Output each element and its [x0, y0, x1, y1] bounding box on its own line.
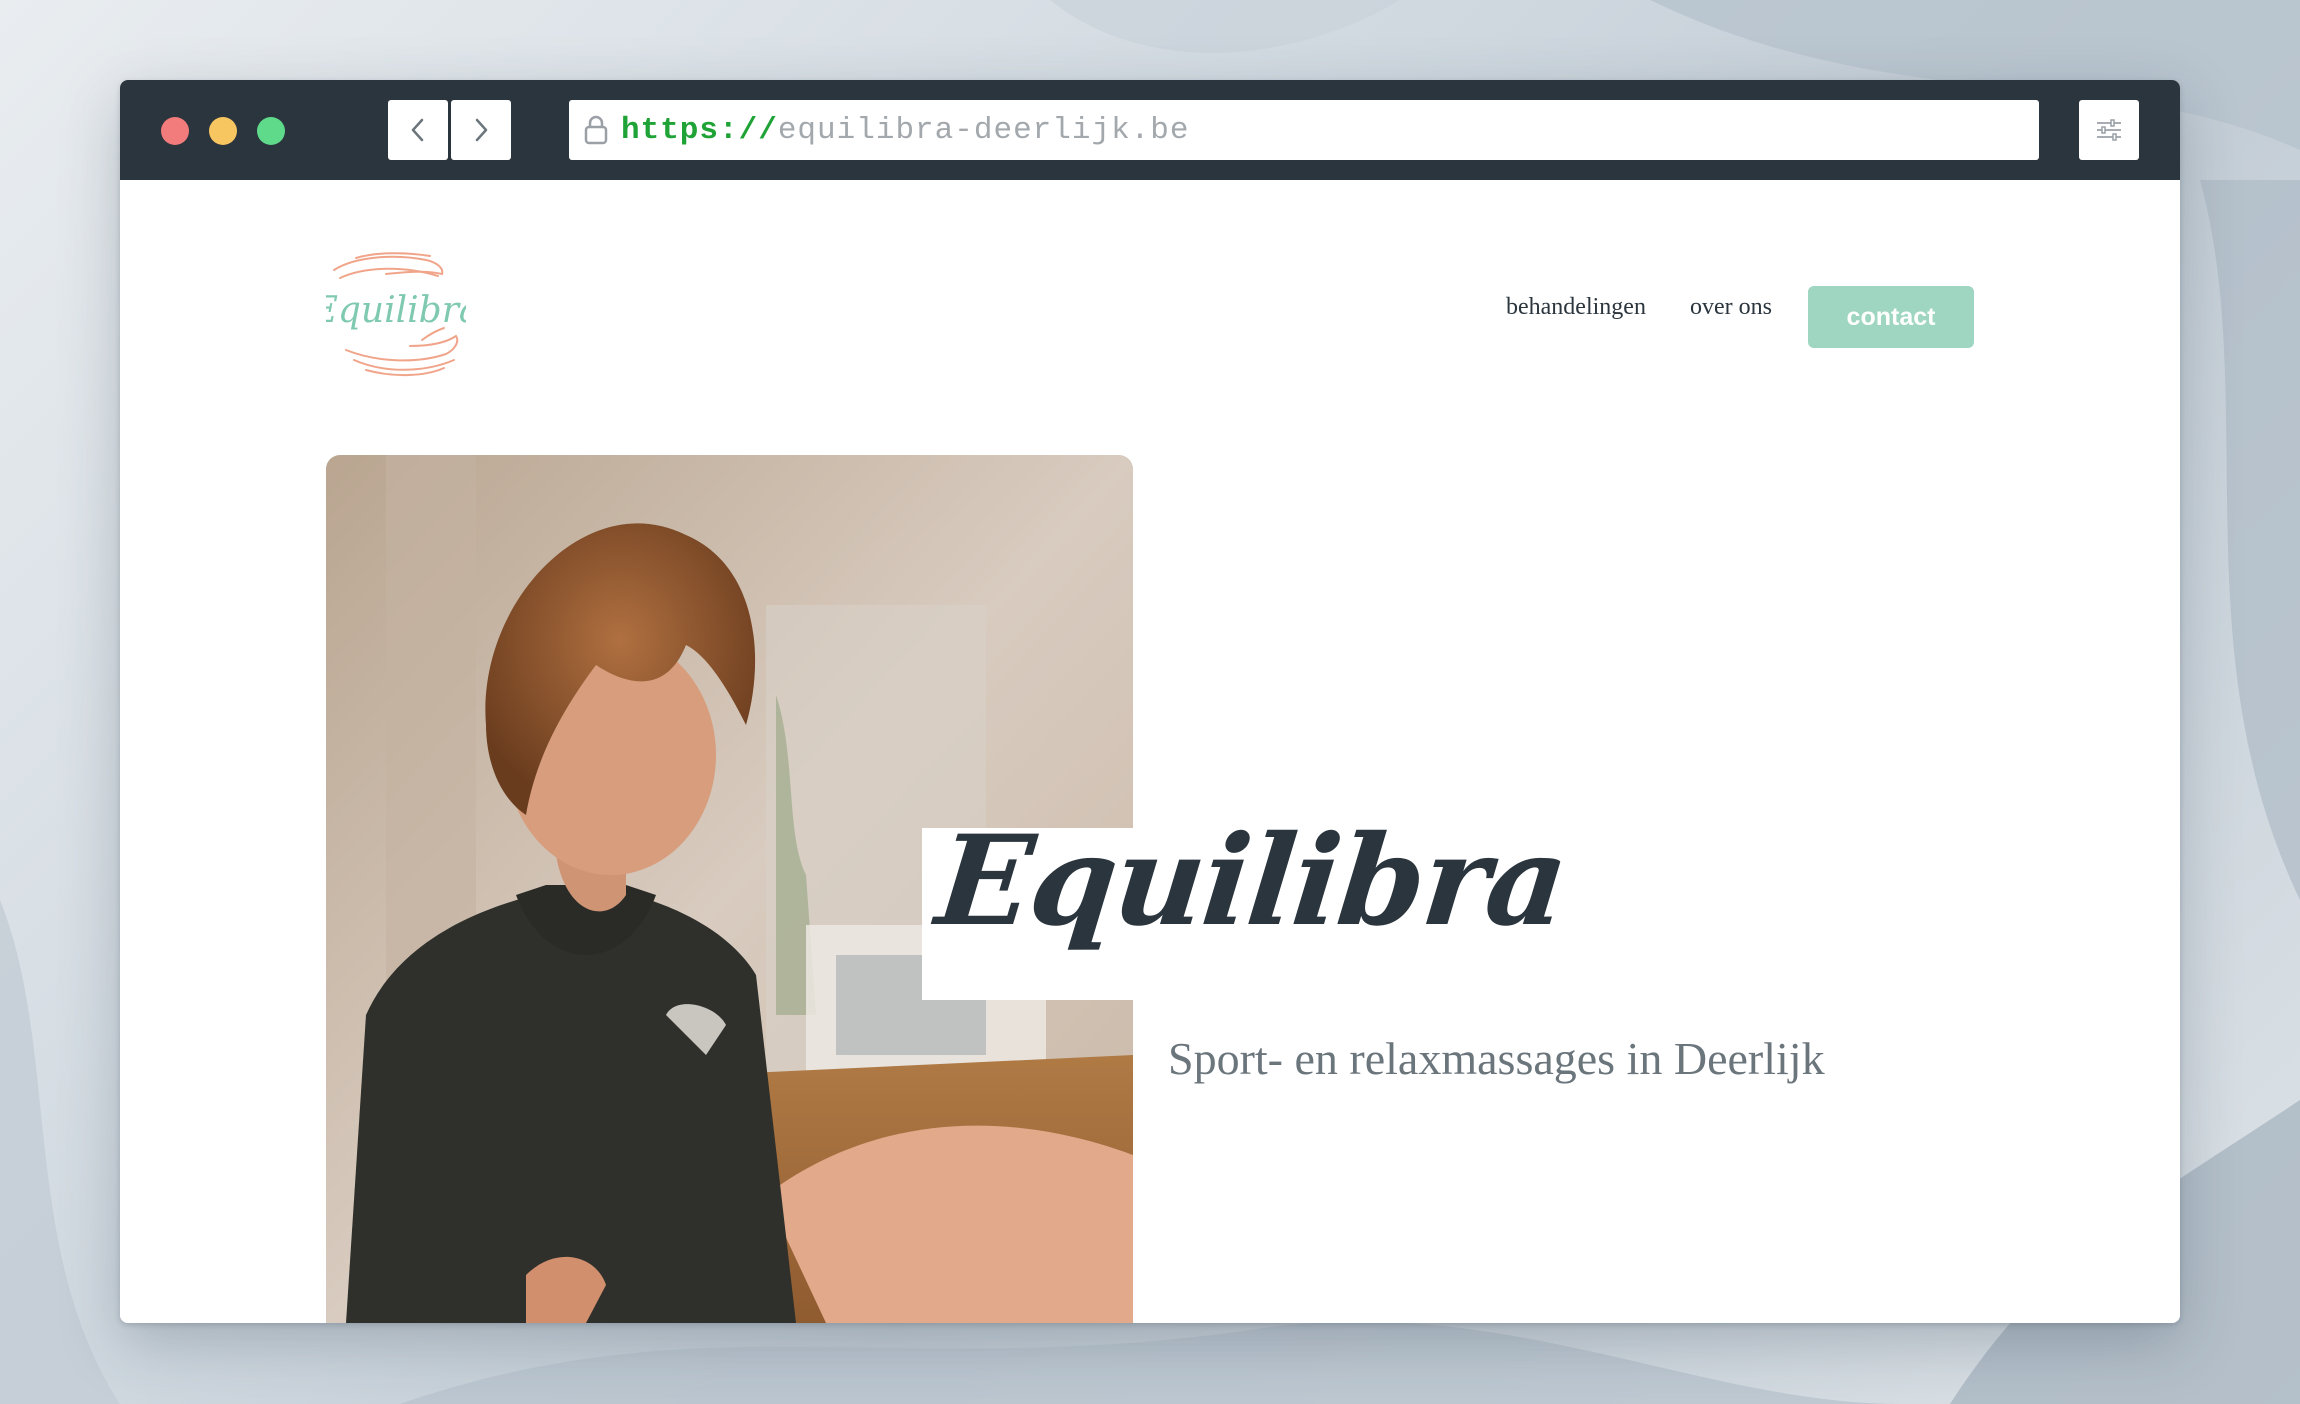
- maximize-window-button[interactable]: [257, 117, 285, 145]
- close-window-button[interactable]: [161, 117, 189, 145]
- web-page: Equilibra behandelingen over ons contact: [120, 180, 2180, 1323]
- browser-window: https://equilibra-deerlijk.be quilibr be…: [120, 80, 2180, 1323]
- site-logo[interactable]: Equilibra: [326, 250, 466, 380]
- browser-settings-button[interactable]: [2079, 100, 2139, 160]
- browser-toolbar: https://equilibra-deerlijk.be: [120, 80, 2180, 180]
- address-bar[interactable]: https://equilibra-deerlijk.be: [569, 100, 2039, 160]
- logo-wordmark: Equilibra: [326, 290, 466, 331]
- sliders-icon: [2097, 119, 2121, 141]
- minimize-window-button[interactable]: [209, 117, 237, 145]
- back-button[interactable]: [388, 100, 448, 160]
- hero-subtitle: Sport- en relaxmassages in Deerlijk: [1168, 1033, 1825, 1084]
- chevron-right-icon: [475, 118, 488, 142]
- chevron-left-icon: [411, 118, 424, 142]
- url-scheme: https://: [621, 112, 778, 148]
- lock-icon: [581, 113, 611, 147]
- url-host: equilibra-deerlijk.be: [777, 112, 1190, 148]
- hero-title: Equilibra: [930, 809, 1573, 954]
- contact-button[interactable]: contact: [1808, 286, 1974, 348]
- nav-behandelingen[interactable]: behandelingen: [1506, 294, 1646, 321]
- nav-over-ons[interactable]: over ons: [1690, 294, 1772, 321]
- forward-button[interactable]: [451, 100, 511, 160]
- url-text: https://equilibra-deerlijk.be: [621, 113, 1190, 148]
